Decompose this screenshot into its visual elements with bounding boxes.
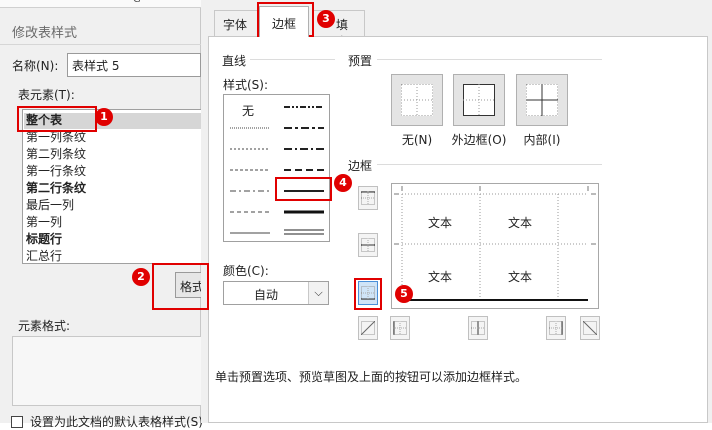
preset-inside-button[interactable]	[516, 74, 568, 126]
list-item-first-col-stripe[interactable]: 第一列条纹	[26, 130, 86, 145]
border-inner-horizontal-button[interactable]	[358, 233, 378, 257]
title-divider	[0, 44, 201, 45]
border-inner-vertical-icon	[471, 321, 485, 335]
table-elements-list[interactable]: 整个表 第一列条纹 第二列条纹 第一行条纹 第二行条纹 最后一列 第一列 标题行…	[22, 109, 202, 264]
preset-none-icon	[401, 84, 433, 116]
preset-none-button[interactable]	[391, 74, 443, 126]
preset-outline-label: 外边框(O)	[451, 133, 507, 147]
sheet-column-strip: G	[0, 0, 201, 8]
table-elements-label: 表元素(T):	[18, 88, 75, 102]
preset-inside-label: 内部(I)	[523, 133, 561, 147]
annotation-badge-1: 1	[95, 108, 113, 126]
preset-outline-icon	[463, 84, 495, 116]
preset-outline-button[interactable]	[453, 74, 505, 126]
border-top-button[interactable]	[358, 186, 378, 210]
preview-grid	[394, 186, 596, 301]
element-format-preview	[12, 336, 201, 406]
border-preview[interactable]: 文本 文本 文本 文本	[391, 183, 599, 309]
annotation-badge-3: 3	[317, 10, 335, 28]
border-left-icon	[393, 321, 407, 335]
line-style-list[interactable]: 无	[223, 94, 330, 242]
list-item-first-column[interactable]: 第一列	[26, 215, 62, 230]
column-header[interactable]: G	[133, 0, 141, 5]
list-item-second-row-stripe[interactable]: 第二行条纹	[26, 181, 86, 196]
list-item-first-row-stripe[interactable]: 第一行条纹	[26, 164, 86, 179]
dialog-title: 修改表样式	[12, 26, 78, 41]
preview-cell-text: 文本	[508, 270, 533, 284]
diagonal-up-icon	[361, 321, 375, 335]
list-item-header-row[interactable]: 标题行	[26, 232, 62, 247]
name-label: 名称(N):	[12, 59, 59, 73]
format-cells-dialog: 字体 边框 填充 直线 样式(S): 无 颜色(C): 自动 ⌵	[201, 0, 712, 423]
border-diagonal-down-button[interactable]	[580, 316, 600, 340]
border-left-button[interactable]	[390, 316, 410, 340]
border-section-rule	[377, 164, 602, 165]
annotation-badge-2: 2	[132, 268, 150, 286]
hint-text: 单击预置选项、预览草图及上面的按钮可以添加边框样式。	[215, 370, 528, 384]
border-right-icon	[549, 321, 563, 335]
annotation-box-4	[275, 177, 332, 201]
tab-border[interactable]: 边框	[259, 6, 309, 37]
border-top-icon	[361, 191, 375, 205]
preview-cell-text: 文本	[508, 216, 533, 230]
annotation-box-2	[152, 263, 209, 310]
border-section-title: 边框	[348, 159, 373, 173]
list-item-last-column[interactable]: 最后一列	[26, 198, 74, 213]
line-section-rule	[250, 59, 335, 60]
element-format-label: 元素格式:	[18, 319, 71, 333]
line-style-label: 样式(S):	[223, 78, 269, 92]
chevron-down-icon[interactable]: ⌵	[308, 282, 328, 304]
preset-section-rule	[377, 59, 602, 60]
annotation-badge-4: 4	[334, 174, 352, 192]
color-dropdown[interactable]: 自动 ⌵	[223, 281, 329, 305]
border-inner-horizontal-icon	[361, 238, 375, 252]
tab-font[interactable]: 字体	[214, 10, 263, 36]
modify-table-style-dialog: G 修改表样式 名称(N): 表样式 5 表元素(T): 整个表 第一列条纹 第…	[0, 0, 205, 429]
preset-none-label: 无(N)	[401, 133, 433, 147]
list-item-total-row[interactable]: 汇总行	[26, 249, 62, 264]
border-diagonal-up-button[interactable]	[358, 316, 378, 340]
line-section-title: 直线	[222, 54, 247, 68]
border-inner-vertical-button[interactable]	[468, 316, 488, 340]
border-right-button[interactable]	[546, 316, 566, 340]
annotation-box-1	[17, 106, 97, 132]
annotation-box-5	[354, 278, 382, 310]
preset-inside-icon	[526, 84, 558, 116]
line-style-swatches	[230, 106, 324, 235]
list-item-second-col-stripe[interactable]: 第二列条纹	[26, 147, 86, 162]
default-style-checkbox-label: 设置为此文档的默认表格样式(S)	[30, 415, 203, 429]
preview-cell-text: 文本	[428, 216, 453, 230]
annotation-badge-5: 5	[395, 285, 413, 303]
color-value: 自动	[253, 288, 278, 302]
preview-cell-text: 文本	[428, 270, 453, 284]
name-input[interactable]: 表样式 5	[67, 53, 201, 77]
preset-section-title: 预置	[348, 54, 373, 68]
default-style-checkbox[interactable]	[11, 416, 23, 428]
color-label: 颜色(C):	[223, 264, 269, 278]
diagonal-down-icon	[583, 321, 597, 335]
